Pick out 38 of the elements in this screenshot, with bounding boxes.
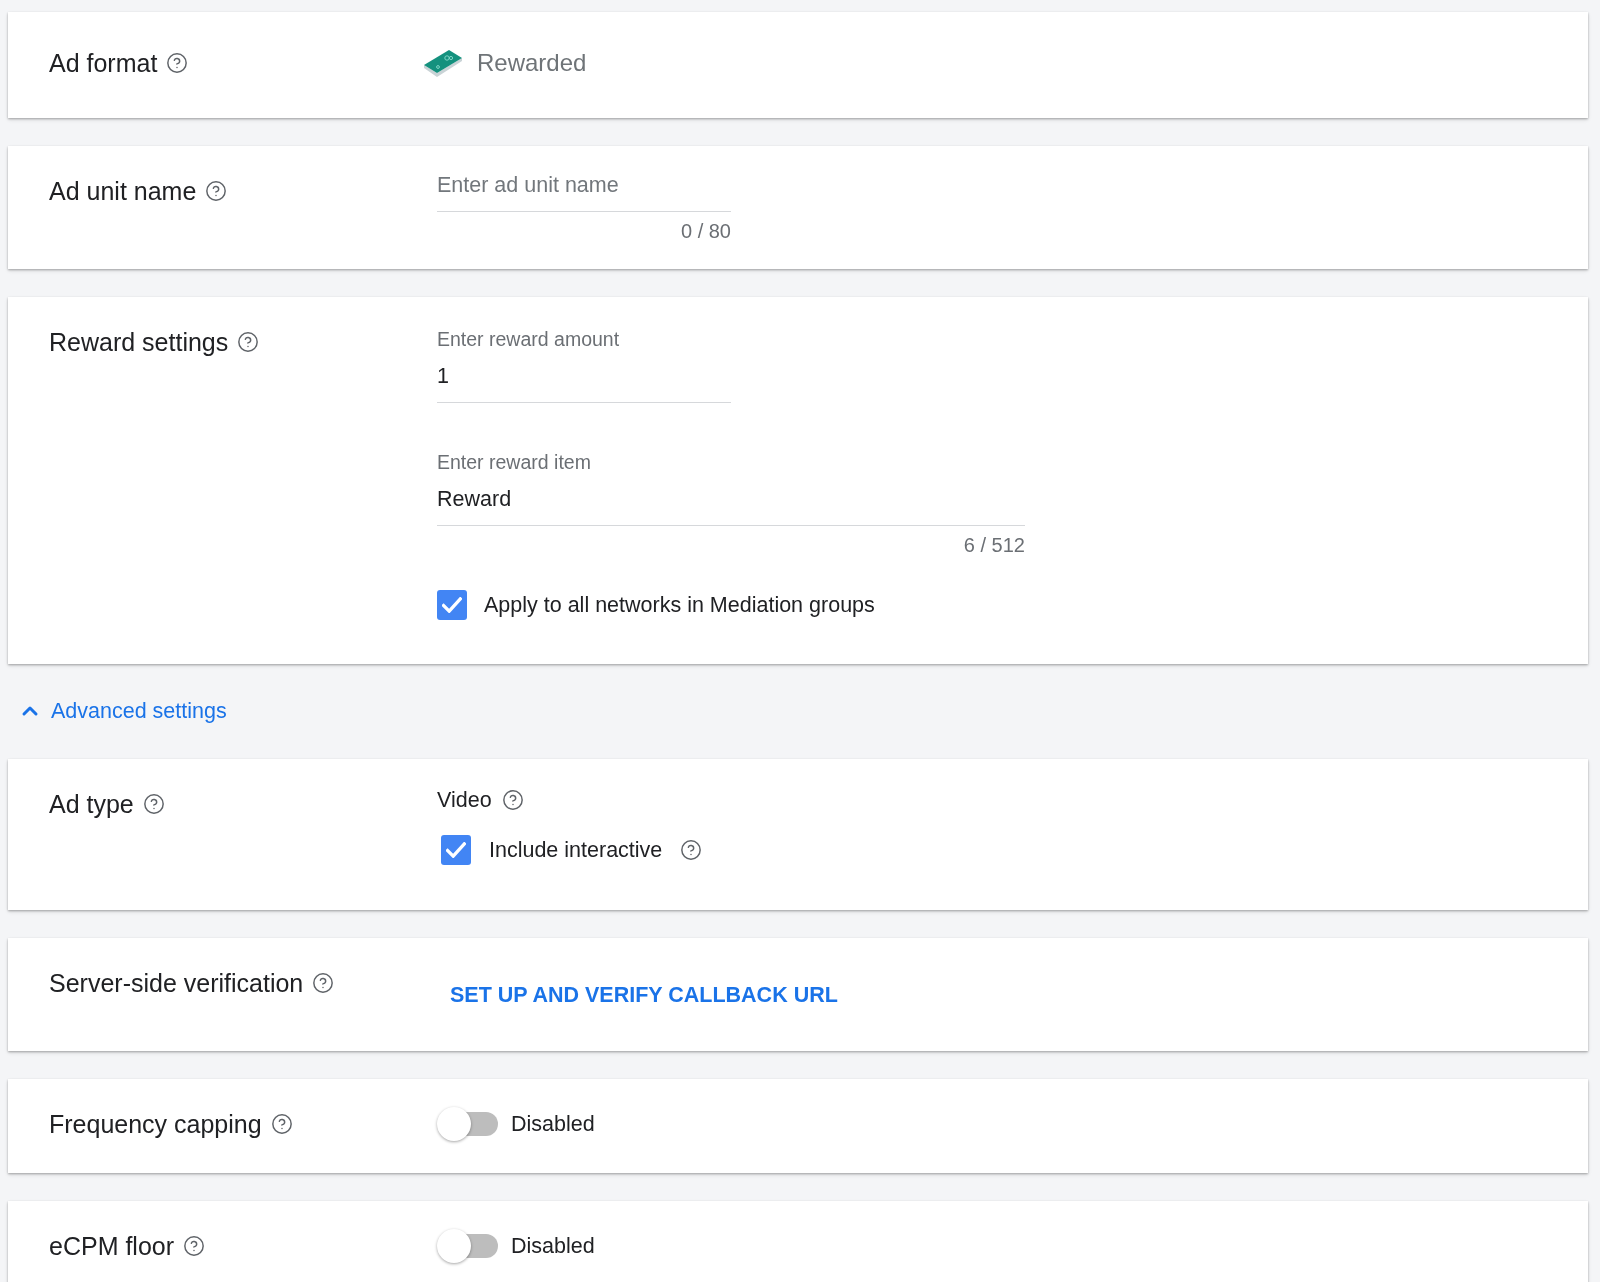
checkmark-icon — [446, 842, 466, 858]
section-label: Reward settings — [49, 327, 229, 357]
help-icon[interactable] — [270, 1113, 293, 1135]
section-label: eCPM floor — [49, 1231, 175, 1261]
section-label: Ad type — [49, 789, 134, 819]
input-field[interactable]: Reward — [437, 484, 1025, 526]
help-icon[interactable] — [237, 331, 260, 353]
help-icon[interactable] — [312, 972, 335, 994]
checkmark-icon — [442, 597, 462, 613]
checkbox-label: Include interactive — [489, 837, 663, 864]
toggle-status: Disabled — [511, 1111, 595, 1138]
section-label: Frequency capping — [49, 1109, 262, 1139]
callback-url-link[interactable]: SET UP AND VERIFY CALLBACK URL — [437, 975, 851, 1015]
help-icon[interactable] — [166, 52, 189, 74]
checkbox[interactable] — [441, 835, 471, 865]
help-icon[interactable] — [680, 839, 703, 861]
help-icon[interactable] — [183, 1235, 206, 1257]
character-counter: 6 / 512 — [963, 535, 1025, 555]
tablet-icon — [422, 48, 464, 78]
section-label: Ad unit name — [49, 176, 197, 206]
field-label: Enter reward item — [437, 452, 592, 472]
input-field[interactable]: Enter ad unit name — [437, 170, 731, 212]
section-label: Ad format — [49, 48, 158, 78]
advanced-settings-toggle[interactable]: Advanced settings — [18, 696, 227, 726]
input-field[interactable]: 1 — [437, 361, 731, 403]
toggle-switch[interactable] — [437, 1229, 499, 1263]
help-icon[interactable] — [501, 789, 524, 811]
checkbox[interactable] — [437, 590, 467, 620]
toggle-status: Disabled — [511, 1233, 595, 1260]
field-label: Enter reward amount — [437, 329, 621, 349]
help-icon[interactable] — [205, 180, 228, 202]
help-icon[interactable] — [142, 793, 165, 815]
ad-type-option: Video — [437, 785, 492, 815]
format-value: Rewarded — [477, 48, 587, 78]
checkbox-label: Apply to all networks in Mediation groups — [484, 592, 875, 619]
character-counter: 0 / 80 — [680, 221, 731, 241]
toggle-switch[interactable] — [437, 1107, 499, 1141]
section-label: Server-side verification — [49, 968, 304, 998]
